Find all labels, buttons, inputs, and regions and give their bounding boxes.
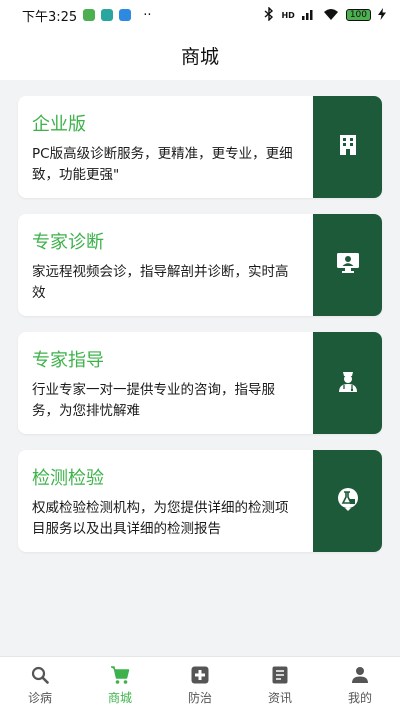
tab-label: 防治	[187, 691, 212, 705]
charging-icon	[378, 7, 386, 23]
tab-label: 商城	[107, 691, 132, 705]
network-type: HD	[281, 10, 295, 20]
page-title: 商城	[180, 45, 219, 68]
app-notification-icon	[83, 9, 96, 21]
card-icon-panel	[313, 332, 382, 434]
doctor-icon	[336, 369, 360, 397]
app-header: 商城	[0, 30, 400, 80]
bluetooth-icon	[264, 5, 274, 24]
signal-icon	[301, 8, 316, 23]
card-testing[interactable]: 检测检验 权威检验检测机构，为您提供详细的检测项目服务以及出具详细的检测报告	[18, 450, 382, 552]
battery-indicator: 100	[345, 9, 371, 21]
lab-test-icon	[336, 487, 360, 515]
medical-plus-icon	[191, 665, 209, 685]
card-description: 行业专家一对一提供专业的咨询，指导服务，为您排忧解难	[32, 382, 275, 419]
card-icon-panel	[313, 450, 382, 552]
card-title: 专家指导	[32, 350, 104, 371]
video-consult-icon	[336, 252, 360, 278]
card-title: 企业版	[32, 114, 86, 135]
tab-profile[interactable]: 我的	[320, 657, 400, 711]
card-title: 专家诊断	[32, 232, 104, 253]
card-title: 检测检验	[32, 468, 104, 489]
card-description: 权威检验检测机构，为您提供详细的检测项目服务以及出具详细的检测报告	[32, 500, 289, 537]
card-expert-guidance[interactable]: 专家指导 行业专家一对一提供专业的咨询，指导服务，为您排忧解难	[18, 332, 382, 434]
news-icon	[272, 665, 288, 685]
tab-diagnose[interactable]: 诊病	[0, 657, 80, 711]
card-icon-panel	[313, 214, 382, 316]
tab-news[interactable]: 资讯	[240, 657, 320, 711]
app-notification-icon	[119, 9, 132, 21]
card-icon-panel	[313, 96, 382, 198]
status-bar: 下午3:25 ·· HD 100	[0, 0, 400, 30]
tab-label: 资讯	[267, 691, 292, 705]
card-expert-diagnosis[interactable]: 专家诊断 家远程视频会诊，指导解剖并诊断，实时高效	[18, 214, 382, 316]
card-description: PC版高级诊断服务，更精准，更专业，更细致，功能更强"	[32, 146, 293, 183]
tab-label: 诊病	[27, 691, 52, 705]
person-icon	[351, 665, 369, 685]
status-time: 下午3:25	[22, 9, 78, 25]
building-icon	[338, 134, 358, 160]
tab-label: 我的	[347, 691, 372, 705]
cart-icon	[110, 665, 130, 685]
wifi-icon	[323, 8, 339, 23]
card-enterprise[interactable]: 企业版 PC版高级诊断服务，更精准，更专业，更细致，功能更强"	[18, 96, 382, 198]
bottom-tab-bar: 诊病 商城 防治 资讯 我的	[0, 656, 400, 711]
card-description: 家远程视频会诊，指导解剖并诊断，实时高效	[32, 264, 289, 301]
more-notifications: ··	[143, 7, 152, 23]
search-icon	[31, 665, 49, 685]
tab-prevention[interactable]: 防治	[160, 657, 240, 711]
app-notification-icon	[101, 9, 114, 21]
tab-shop[interactable]: 商城	[80, 657, 160, 711]
